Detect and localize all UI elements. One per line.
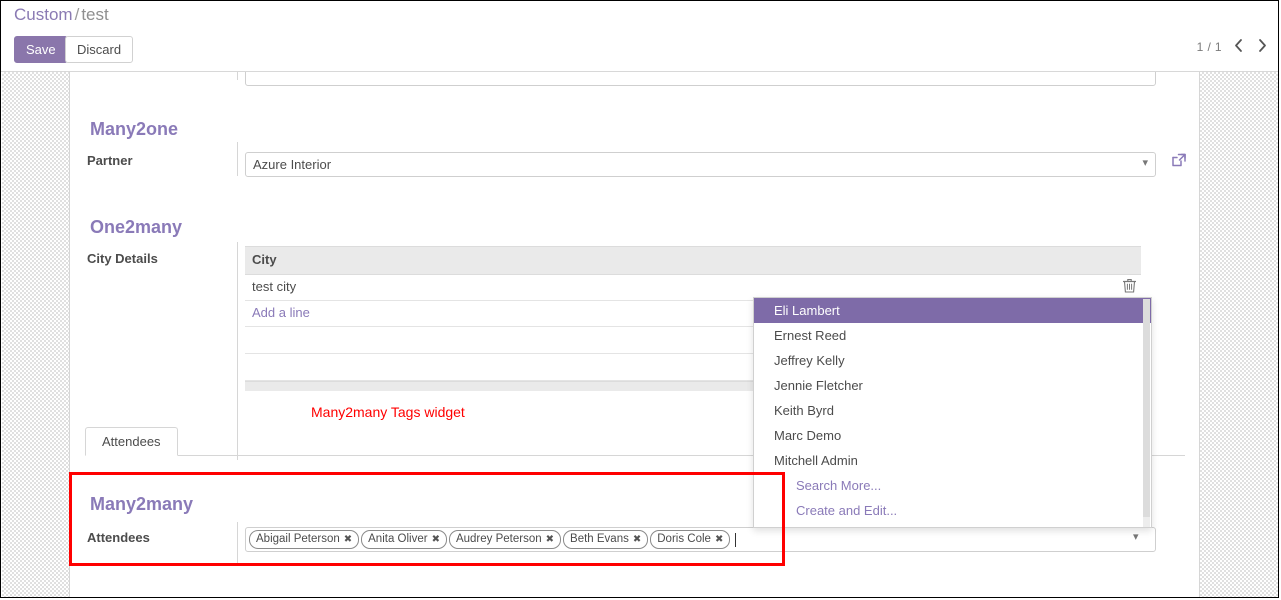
clipped-input-above[interactable] <box>245 72 1156 86</box>
breadcrumb-item-current: test <box>81 5 109 24</box>
close-icon[interactable]: ✖ <box>344 532 352 547</box>
field-label-attendees: Attendees <box>87 530 150 545</box>
column-divider <box>237 72 238 80</box>
field-label-city-details: City Details <box>87 251 158 266</box>
group-title-many2many: Many2many <box>90 494 194 514</box>
tag-item[interactable]: Beth Evans ✖ <box>563 530 649 549</box>
table-header-row: City <box>245 246 1141 275</box>
external-link-icon[interactable] <box>1170 151 1188 169</box>
breadcrumb: Custom / test <box>14 5 109 25</box>
chevron-left-icon[interactable] <box>1231 38 1246 56</box>
background-gutter-left <box>2 72 69 597</box>
tag-label: Anita Oliver <box>368 533 428 545</box>
close-icon[interactable]: ✖ <box>546 532 554 547</box>
tag-item[interactable]: Doris Cole ✖ <box>650 530 731 549</box>
pager: 1 / 1 <box>1197 38 1270 56</box>
dropdown-scrollbar-thumb[interactable] <box>1143 299 1150 517</box>
save-button[interactable]: Save <box>14 36 68 63</box>
autocomplete-item-jeffrey-kelly[interactable]: Jeffrey Kelly <box>754 348 1151 373</box>
screenshot-frame: Custom / test Save Discard 1 / 1 Many2on… <box>0 0 1279 598</box>
column-header-city: City <box>252 252 277 267</box>
partner-value: Azure Interior <box>253 157 332 172</box>
breadcrumb-item-custom[interactable]: Custom <box>14 5 73 24</box>
autocomplete-item-jennie-fletcher[interactable]: Jennie Fletcher <box>754 373 1151 398</box>
cell-city: test city <box>252 279 297 294</box>
attendees-tags-input[interactable]: Abigail Peterson ✖ Anita Oliver ✖ Audrey… <box>245 527 1156 552</box>
pager-count: 1 / 1 <box>1196 40 1222 54</box>
autocomplete-item-keith-byrd[interactable]: Keith Byrd <box>754 398 1151 423</box>
chevron-right-icon[interactable] <box>1255 38 1270 56</box>
trash-icon[interactable] <box>1122 278 1137 293</box>
tag-label: Audrey Peterson <box>455 533 542 545</box>
chevron-down-icon[interactable]: ▾ <box>1142 156 1148 169</box>
text-cursor <box>735 532 737 547</box>
close-icon[interactable]: ✖ <box>432 532 440 547</box>
background-gutter-right <box>1200 72 1278 597</box>
tab-attendees[interactable]: Attendees <box>85 427 178 456</box>
tag-item[interactable]: Anita Oliver ✖ <box>361 530 447 549</box>
autocomplete-search-more[interactable]: Search More... <box>754 473 1151 498</box>
group-title-many2one: Many2one <box>90 119 179 139</box>
close-icon[interactable]: ✖ <box>633 532 641 547</box>
chevron-down-icon[interactable]: ▾ <box>1133 530 1139 543</box>
autocomplete-item-marc-demo[interactable]: Marc Demo <box>754 423 1151 448</box>
discard-button[interactable]: Discard <box>65 36 134 63</box>
column-divider <box>237 142 238 176</box>
tag-label: Abigail Peterson <box>256 533 340 545</box>
group-title-one2many: One2many <box>90 217 183 237</box>
tag-item[interactable]: Audrey Peterson ✖ <box>448 530 562 549</box>
autocomplete-dropdown: Eli Lambert Ernest Reed Jeffrey Kelly Je… <box>753 297 1152 528</box>
tag-item[interactable]: Abigail Peterson ✖ <box>249 530 360 549</box>
breadcrumb-separator: / <box>74 5 80 24</box>
add-a-line-link[interactable]: Add a line <box>252 305 310 320</box>
autocomplete-create-and-edit[interactable]: Create and Edit... <box>754 498 1151 523</box>
column-divider <box>237 522 238 566</box>
partner-input[interactable]: Azure Interior ▾ <box>245 152 1156 177</box>
field-label-partner: Partner <box>87 153 133 168</box>
tag-label: Beth Evans <box>570 533 629 545</box>
dropdown-scrollbar[interactable] <box>1143 299 1150 527</box>
autocomplete-item-ernest-reed[interactable]: Ernest Reed <box>754 323 1151 348</box>
control-panel: Custom / test Save Discard 1 / 1 <box>1 1 1278 72</box>
autocomplete-item-mitchell-admin[interactable]: Mitchell Admin <box>754 448 1151 473</box>
annotation-many2many-tags-widget: Many2many Tags widget <box>311 404 465 420</box>
close-icon[interactable]: ✖ <box>715 532 723 547</box>
autocomplete-item-eli-lambert[interactable]: Eli Lambert <box>754 298 1151 323</box>
tag-label: Doris Cole <box>657 533 711 545</box>
